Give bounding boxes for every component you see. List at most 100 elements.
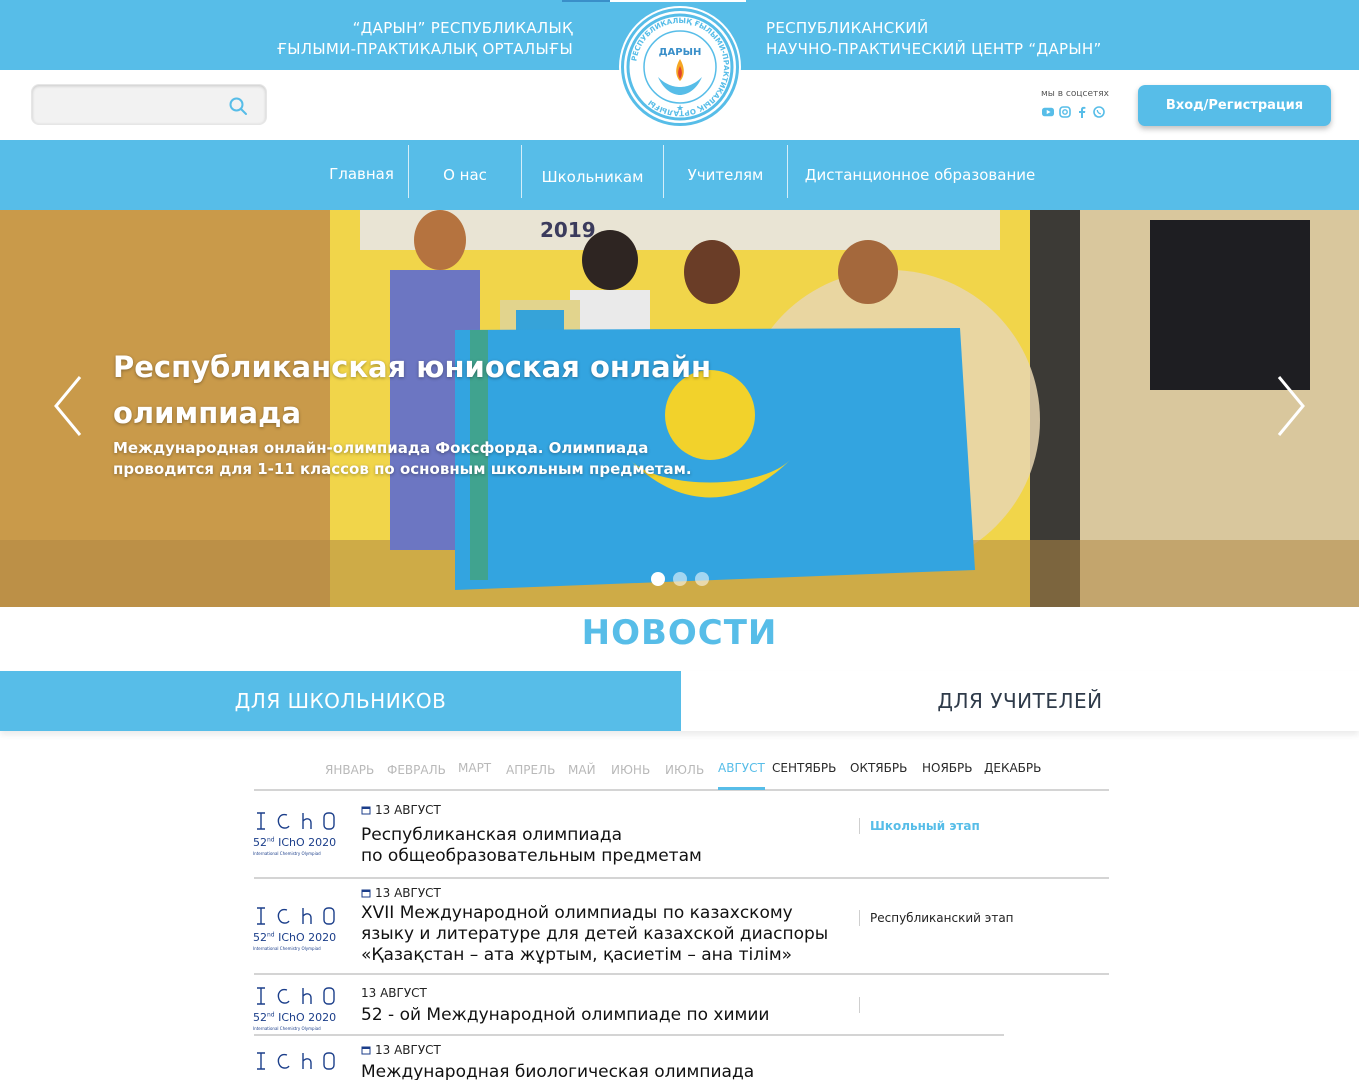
icho-logo-glyphs [257,907,335,925]
icho-logo-glyphs [257,987,335,1005]
month-may[interactable]: МАЙ [568,763,596,777]
org-name-kz-line2: ҒЫЛЫМИ-ПРАКТИКАЛЫҚ ОРТАЛЫҒЫ [276,40,573,58]
stage-divider [859,997,860,1013]
month-september[interactable]: СЕНТЯБРЬ [772,761,836,775]
month-february[interactable]: ФЕВРАЛЬ [387,763,446,777]
social-label: мы в соцсетях [1041,89,1109,99]
thumb-caption-event: IChO 2020 [274,1011,337,1024]
instagram-icon[interactable] [1059,106,1071,118]
news-date-text: 13 АВГУСТ [375,803,441,817]
stage-divider [859,818,860,834]
slider-dot-1[interactable] [651,572,665,586]
month-july[interactable]: ИЮЛЬ [665,763,704,777]
thumb-subcaption: International Chemistry Olympiad [253,946,321,951]
news-headline[interactable]: Республиканская олимпиада по общеобразов… [361,825,702,867]
news-date: 13 АВГУСТ [361,1043,441,1057]
news-headline-line: 52 - ой Международной олимпиаде по химии [361,1005,770,1025]
thumb-caption-number: 52 [253,836,267,849]
search-input[interactable] [44,95,224,115]
month-november[interactable]: НОЯБРЬ [922,761,973,775]
thumb-caption-ordinal: nd [267,1011,275,1019]
main-nav: Главная О нас Школьникам Учителям Дистан… [0,140,1359,210]
news-date: 13 АВГУСТ [361,886,441,900]
thumb-caption-ordinal: nd [267,836,275,844]
nav-item-teachers[interactable]: Учителям [664,140,787,210]
news-date: 13 АВГУСТ [361,803,441,817]
nav-item-about[interactable]: О нас [409,140,521,210]
thumb-caption-number: 52 [253,931,267,944]
month-october[interactable]: ОКТЯБРЬ [850,761,907,775]
icho-logo-glyphs [257,812,335,830]
icho-logo-glyphs [257,1052,335,1070]
news-thumbnail [254,1050,344,1080]
news-item[interactable]: 52nd IChO 2020 International Chemistry O… [253,792,1109,879]
logo-emblem: РЕСПУБЛИКАЛЫҚ ҒЫЛЫМИ-ПРАКТИКАЛЫҚ ОРТАЛЫҒ… [626,13,734,121]
month-december[interactable]: ДЕКАБРЬ [984,761,1041,775]
tab-for-teachers[interactable]: ДЛЯ УЧИТЕЛЕЙ [681,671,1359,731]
month-march[interactable]: МАРТ [458,761,491,775]
nav-item-home[interactable]: Главная [316,138,407,210]
thumb-subcaption: International Chemistry Olympiad [253,1026,321,1031]
thumb-caption-ordinal: nd [267,931,275,939]
facebook-icon[interactable] [1076,106,1088,118]
news-date-text: 13 АВГУСТ [361,986,427,1000]
slider-prev-arrow[interactable] [50,373,86,439]
news-date-text: 13 АВГУСТ [375,1043,441,1057]
search-icon[interactable] [228,96,248,116]
news-headline[interactable]: XVII Международной олимпиады по казахско… [361,903,828,966]
svg-text:★: ★ [676,104,684,114]
stage-divider [859,910,860,926]
news-stage-label[interactable]: Школьный этап [870,819,980,833]
top-accent-light [610,0,746,2]
whatsapp-icon[interactable] [1093,106,1105,118]
news-tabs: ДЛЯ ШКОЛЬНИКОВ ДЛЯ УЧИТЕЛЕЙ [0,671,1359,731]
news-section-title: НОВОСТИ [581,613,778,653]
org-name-ru-line2: НАУЧНО-ПРАКТИЧЕСКИЙ ЦЕНТР “ДАРЫН” [766,40,1102,58]
news-headline[interactable]: Международная биологическая олимпиада [361,1062,754,1080]
thumb-caption: 52nd IChO 2020 [253,931,336,944]
search-box[interactable] [31,84,267,125]
calendar-icon [361,889,371,898]
news-headline[interactable]: 52 - ой Международной олимпиаде по химии [361,1005,769,1026]
news-thumbnail: 52nd IChO 2020 International Chemistry O… [253,985,344,1035]
month-june[interactable]: ИЮНЬ [611,763,650,777]
thumb-caption-event: IChO 2020 [274,836,337,849]
news-stage-label[interactable]: Республиканский этап [870,911,1014,925]
hero-description: Международная онлайн-олимпиада Фоксфорда… [113,439,692,478]
org-name-kz-line1: “ДАРЫН” РЕСПУБЛИКАЛЫҚ [352,19,573,37]
news-thumbnail: 52nd IChO 2020 International Chemistry O… [253,810,344,860]
news-item[interactable]: 52nd IChO 2020 International Chemistry O… [253,975,1109,1036]
month-april[interactable]: АПРЕЛЬ [506,763,555,777]
thumb-caption-event: IChO 2020 [274,931,337,944]
slider-dot-3[interactable] [695,572,709,586]
news-headline-line: языку и литературе для детей казахской д… [361,924,829,944]
login-register-button[interactable]: Вход/Регистрация [1138,85,1331,126]
calendar-icon [361,1046,371,1055]
news-thumbnail: 52nd IChO 2020 International Chemistry O… [253,905,344,955]
slider-dot-2[interactable] [673,572,687,586]
youtube-icon[interactable] [1042,106,1054,118]
hero-slider: 2019 Республиканская юниоская онлайн оли… [0,210,1359,607]
news-headline-line: «Қазақстан – ата жұртым, қасиетім – ана … [361,945,793,965]
nav-item-students[interactable]: Школьникам [522,142,663,212]
news-headline-line: Международная биологическая олимпиада [361,1062,755,1080]
site-logo[interactable]: РЕСПУБЛИКАЛЫҚ ҒЫЛЫМИ-ПРАКТИКАЛЫҚ ОРТАЛЫҒ… [621,8,739,126]
org-name-ru-line1: РЕСПУБЛИКАНСКИЙ [766,19,929,37]
month-january[interactable]: ЯНВАРЬ [325,763,374,777]
news-date: 13 АВГУСТ [361,986,427,1000]
top-accent-dark [562,0,610,2]
month-august[interactable]: АВГУСТ [718,761,765,790]
news-date-text: 13 АВГУСТ [375,886,441,900]
social-links [1042,106,1105,118]
thumb-caption: 52nd IChO 2020 [253,836,336,849]
news-item[interactable]: 13 АВГУСТ Международная биологическая ол… [254,1036,1109,1080]
news-headline-line: по общеобразовательным предметам [361,846,702,866]
nav-item-distance-learning[interactable]: Дистанционное образование [790,140,1050,210]
tab-for-students[interactable]: ДЛЯ ШКОЛЬНИКОВ [0,671,681,731]
thumb-subcaption: International Chemistry Olympiad [253,851,321,856]
news-headline-line: Республиканская олимпиада [361,825,622,845]
calendar-icon [361,806,371,815]
slider-next-arrow[interactable] [1273,373,1309,439]
news-item[interactable]: 52nd IChO 2020 International Chemistry O… [253,879,1109,975]
hero-banner-text: 2019 [540,218,596,242]
